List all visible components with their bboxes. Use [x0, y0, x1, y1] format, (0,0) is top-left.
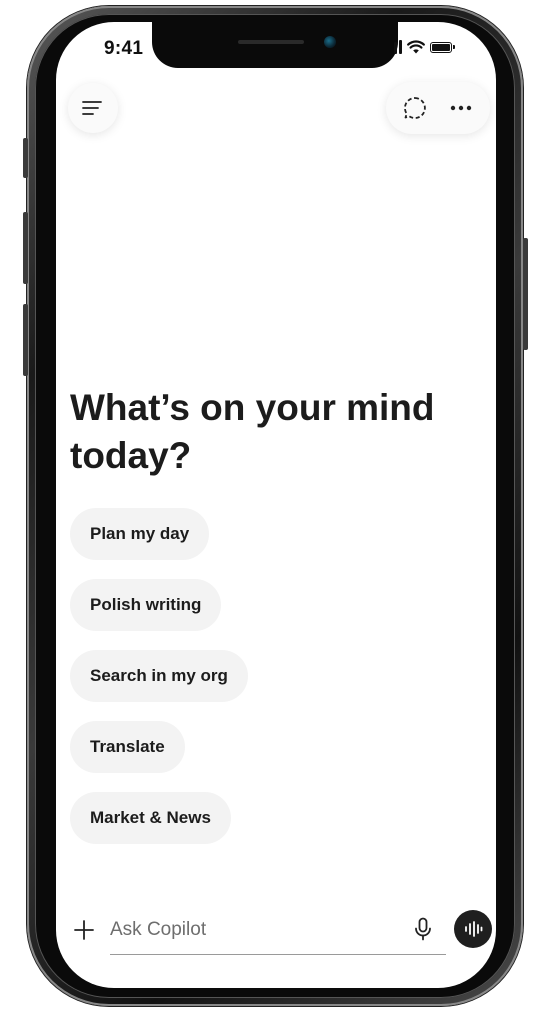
menu-button[interactable] [68, 83, 118, 133]
suggestion-market-news[interactable]: Market & News [70, 792, 231, 844]
front-camera [324, 36, 336, 48]
side-button-volume-up [23, 212, 28, 284]
hamburger-menu-icon [82, 101, 102, 115]
suggestion-polish-writing[interactable]: Polish writing [70, 579, 222, 631]
ask-input-wrapper [110, 908, 446, 955]
more-options-button[interactable] [441, 88, 481, 128]
status-icons [394, 39, 455, 55]
screen: 9:41 What’s on your mind today? Plan my … [56, 22, 496, 988]
suggestion-plan-my-day[interactable]: Plan my day [70, 508, 210, 560]
new-chat-icon [404, 97, 426, 119]
suggestion-translate[interactable]: Translate [70, 721, 185, 773]
microphone-icon [415, 917, 431, 941]
battery-icon [430, 41, 455, 53]
new-chat-button[interactable] [395, 88, 435, 128]
add-attachment-button[interactable] [70, 916, 98, 944]
plus-icon [74, 920, 94, 940]
status-time: 9:41 [104, 38, 144, 59]
suggestion-list: Plan my day Polish writing Search in my … [70, 508, 248, 844]
cellular-signal-icon [394, 40, 402, 54]
voice-mode-icon [465, 921, 483, 937]
suggestion-search-in-my-org[interactable]: Search in my org [70, 650, 248, 702]
wifi-icon [407, 40, 425, 54]
voice-mode-button[interactable] [454, 910, 492, 948]
canvas: 9:41 What’s on your mind today? Plan my … [0, 0, 539, 1010]
side-button-mute [23, 138, 28, 178]
side-button-power [523, 238, 528, 350]
microphone-button[interactable] [408, 914, 438, 944]
header-actions [386, 82, 490, 134]
ask-copilot-input[interactable] [110, 908, 410, 952]
page-title: What’s on your mind today? [70, 387, 435, 476]
speaker-grille [238, 40, 304, 44]
more-options-icon [450, 105, 472, 111]
notch [152, 22, 398, 68]
composer [70, 908, 492, 956]
side-button-volume-down [23, 304, 28, 376]
